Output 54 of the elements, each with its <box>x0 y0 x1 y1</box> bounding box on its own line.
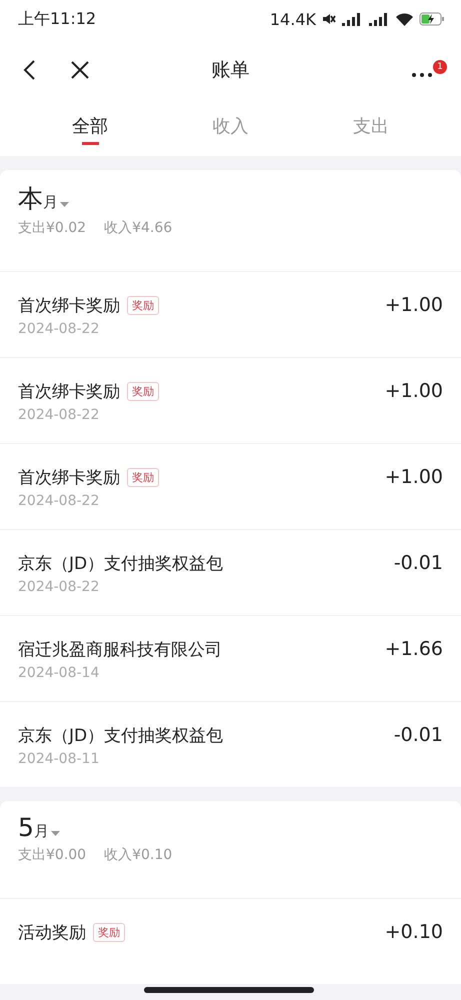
bill-title: 活动奖励 <box>18 922 86 944</box>
bill-amount: +1.00 <box>384 466 443 488</box>
bill-title: 京东（JD）支付抽奖权益包 <box>18 553 224 575</box>
month-label[interactable]: 月 <box>43 193 58 212</box>
bill-row[interactable]: 宿迁兆盈商服科技有限公司 2024-08-14 +1.66 <box>0 615 461 701</box>
more-button[interactable] <box>411 72 433 78</box>
battery-icon <box>419 12 445 26</box>
bill-date: 2024-08-22 <box>18 407 100 423</box>
status-time: 上午11:12 <box>18 8 96 30</box>
tab[interactable]: 全部 <box>20 102 160 156</box>
page-title: 账单 <box>212 58 250 83</box>
reward-tag: 奖励 <box>127 468 159 487</box>
bill-row[interactable]: 京东（JD）支付抽奖权益包 2024-08-22 -0.01 <box>0 529 461 615</box>
bill-title: 首次绑卡奖励 <box>18 295 120 317</box>
month-summary: 支出¥0.00 <box>18 846 86 864</box>
bill-amount: -0.01 <box>394 724 443 746</box>
bill-date: 2024-08-22 <box>18 493 100 509</box>
bill-date: 2024-08-11 <box>18 751 100 767</box>
month-summary: 收入¥4.66 <box>104 219 172 237</box>
close-icon <box>70 60 90 80</box>
bill-row[interactable]: 京东（JD）支付抽奖权益包 2024-08-11 -0.01 <box>0 701 461 787</box>
reward-tag: 奖励 <box>93 923 125 942</box>
more-icon <box>411 72 433 78</box>
notification-badge: 1 <box>433 60 447 74</box>
month-label[interactable]: 月 <box>34 822 49 841</box>
reward-tag: 奖励 <box>127 296 159 315</box>
bill-date: 2024-08-22 <box>18 321 100 337</box>
wifi-icon <box>396 12 413 26</box>
bill-row[interactable]: 活动奖励 奖励 +0.10 <box>0 898 461 984</box>
signal-icon <box>369 12 390 26</box>
bill-amount: +1.00 <box>384 380 443 402</box>
bill-amount: +1.00 <box>384 294 443 316</box>
bill-title: 首次绑卡奖励 <box>18 467 120 489</box>
bill-date: 2024-08-22 <box>18 579 100 595</box>
reward-tag: 奖励 <box>127 382 159 401</box>
bill-amount: -0.01 <box>394 552 443 574</box>
month-number: 5 <box>18 813 34 842</box>
bill-amount: +0.10 <box>384 921 443 943</box>
month-summary: 支出¥0.02 <box>18 219 86 237</box>
bill-row[interactable]: 首次绑卡奖励 奖励 2024-08-22 +1.00 <box>0 443 461 529</box>
bill-row[interactable]: 首次绑卡奖励 奖励 2024-08-22 +1.00 <box>0 271 461 357</box>
bill-title: 京东（JD）支付抽奖权益包 <box>18 725 224 747</box>
mute-icon <box>322 12 336 26</box>
bill-date: 2024-08-14 <box>18 665 100 681</box>
caret-icon <box>50 831 60 836</box>
month-summary: 收入¥0.10 <box>104 846 172 864</box>
bill-title: 首次绑卡奖励 <box>18 381 120 403</box>
signal-icon <box>342 12 363 26</box>
month-number: 本 <box>18 183 43 215</box>
caret-icon <box>60 202 69 207</box>
bill-row[interactable]: 首次绑卡奖励 奖励 2024-08-22 +1.00 <box>0 357 461 443</box>
bill-title: 宿迁兆盈商服科技有限公司 <box>18 639 222 661</box>
network-speed: 14.4K <box>270 10 316 28</box>
bill-amount: +1.66 <box>384 638 443 660</box>
